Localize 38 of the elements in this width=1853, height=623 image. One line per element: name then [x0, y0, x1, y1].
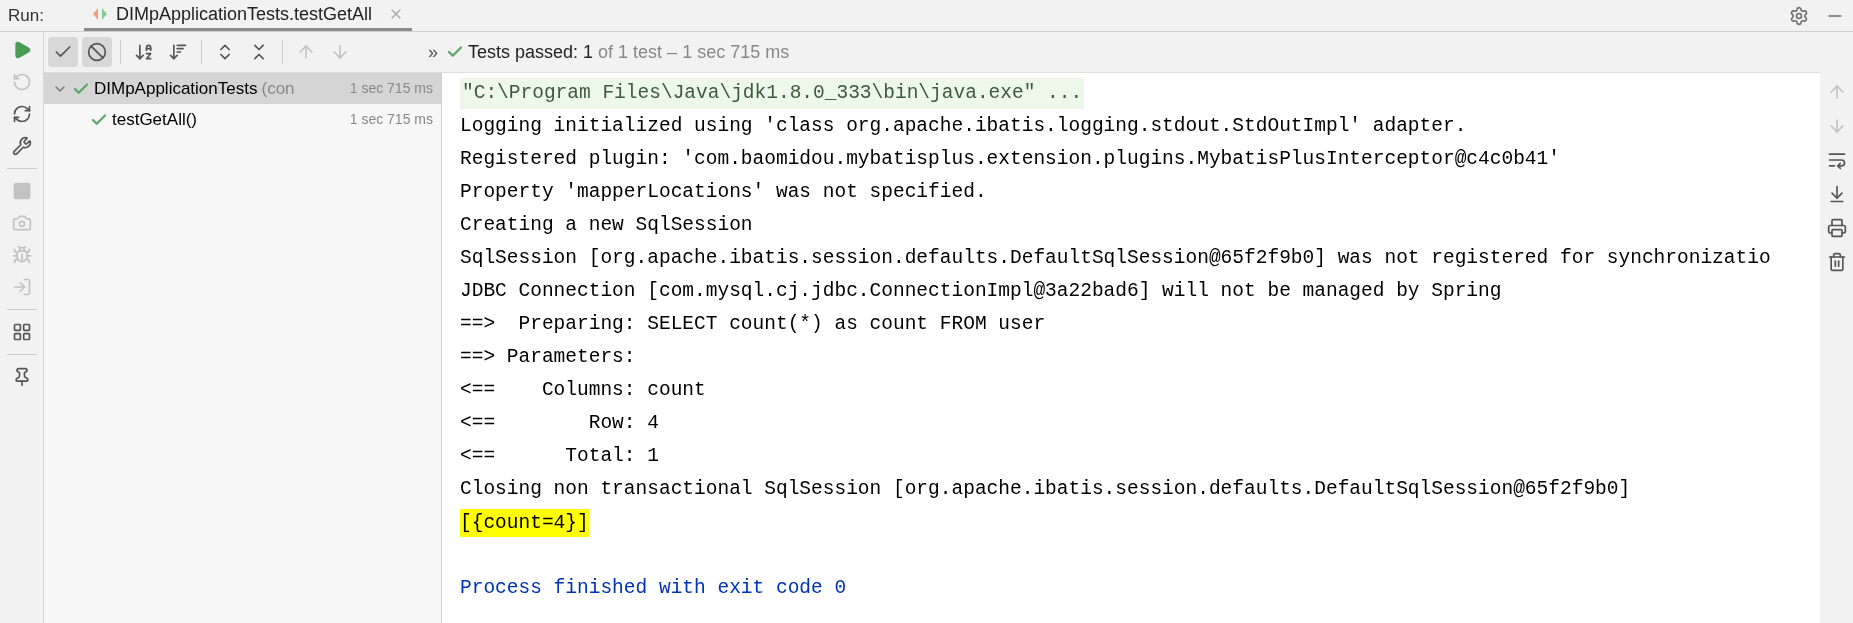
console-line: Creating a new SqlSession [460, 212, 753, 238]
print-icon[interactable] [1826, 218, 1847, 238]
console-line: <== Columns: count [460, 377, 706, 403]
console-line: <== Total: 1 [460, 443, 659, 469]
test-time: 1 sec 715 ms [349, 110, 433, 129]
ban-button[interactable] [82, 37, 112, 67]
test-name: DIMpApplicationTests [94, 77, 258, 100]
console-line: Process finished with exit code 0 [460, 575, 847, 601]
console-line: Logging initialized using 'class org.apache.ibatis.logging.stdout.StdOutImpl' adapter. [460, 113, 1467, 139]
check-button[interactable] [48, 37, 78, 67]
refresh-icon[interactable] [11, 104, 32, 124]
trash-icon[interactable] [1826, 252, 1847, 272]
console-line: ==> Parameters: [460, 344, 637, 370]
console-line: Closing non transactional SqlSession [org.apache.ibatis.session.defaults.DefaultSqlSession@65f2f9b0] [460, 476, 1631, 502]
run-label: Run: [7, 4, 45, 27]
tree-row[interactable]: DIMpApplicationTests (con 1 sec 715 ms [44, 73, 441, 104]
tree-row[interactable]: testGetAll() 1 sec 715 ms [44, 104, 441, 135]
tab-title: DIMpApplicationTests.testGetAll [115, 2, 373, 26]
test-time: 1 sec 715 ms [349, 79, 433, 98]
console-line: <== Row: 4 [460, 410, 659, 436]
run-tab[interactable]: DIMpApplicationTests.testGetAll [83, 0, 413, 31]
sort-alpha-icon [134, 42, 154, 62]
settings-icon[interactable] [1789, 5, 1809, 26]
sort-icon [168, 42, 188, 62]
console-line: JDBC Connection [com.mysql.cj.jdbc.ConnectionImpl@3a22bad6] will not be managed by Spring [460, 278, 1502, 304]
more-button[interactable]: » [428, 38, 442, 66]
test-status: Tests passed: 1 of 1 test – 1 sec 715 ms [468, 40, 790, 64]
test-note: (con [261, 77, 295, 100]
ban-icon [87, 42, 107, 62]
grid-icon[interactable] [11, 322, 32, 342]
wrap-icon[interactable] [1826, 150, 1847, 170]
wrench-icon[interactable] [11, 136, 32, 156]
console-line: ==> Preparing: SELECT count(*) as count FROM user [460, 311, 1046, 337]
console-line: Registered plugin: 'com.baomidou.mybatisplus.extension.plugins.MybatisPlusInterceptor@c4c0b41' [460, 146, 1560, 172]
console-line: SqlSession [org.apache.ibatis.session.defaults.DefaultSqlSession@65f2f9b0] was not registered for synchronizatio [460, 245, 1771, 271]
console-line: Property 'mapperLocations' was not specified. [460, 179, 987, 205]
test-name: testGetAll() [112, 108, 198, 131]
test-config-icon [91, 7, 108, 21]
